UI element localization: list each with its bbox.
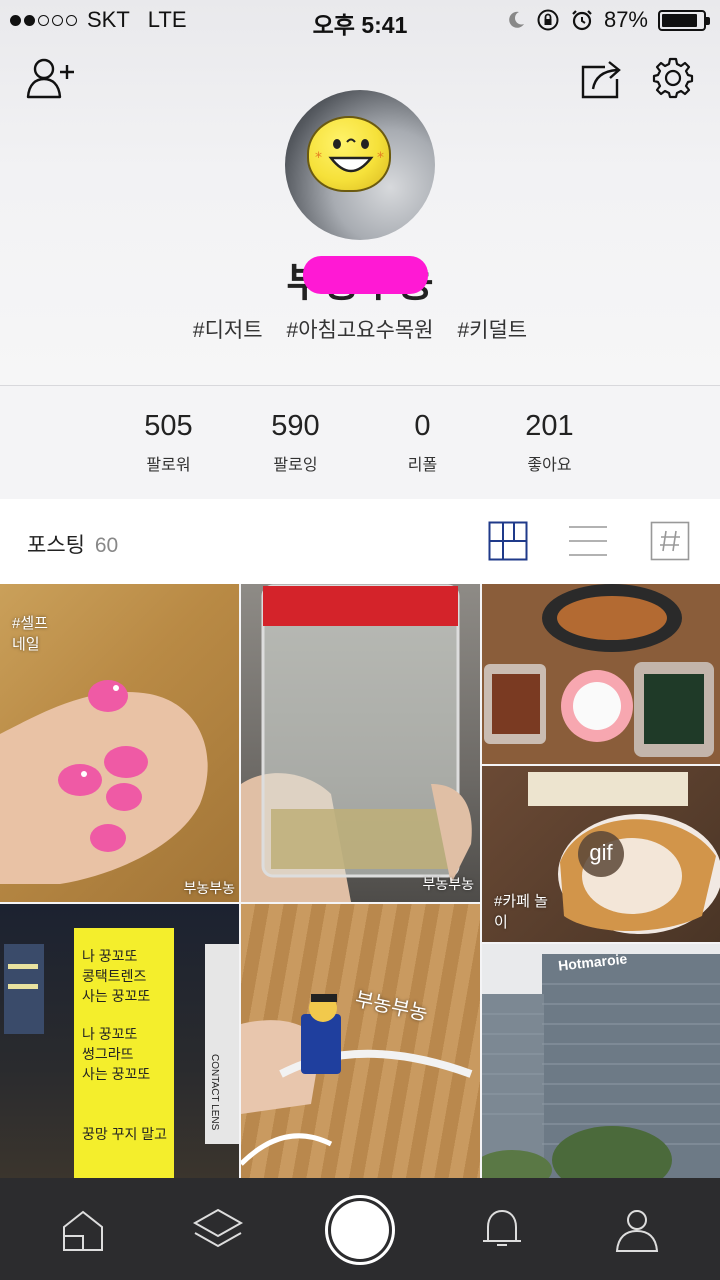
photo-tile[interactable]: 부농부농 #셀프 네일 (0, 584, 239, 902)
stat-repost[interactable]: 0 리폴 (359, 410, 486, 475)
stat-value: 0 (414, 410, 431, 442)
stat-likes[interactable]: 201 좋아요 (486, 410, 613, 475)
hashtag-view-button[interactable] (648, 519, 692, 563)
interest-tags: #디저트 #아침고요수목원 #키덜트 (0, 314, 720, 344)
stat-value: 201 (525, 410, 574, 442)
lego-photo (241, 994, 473, 1166)
gear-icon (652, 57, 694, 99)
poster-line: 나 꿍꼬또 (82, 948, 138, 964)
person-plus-icon (26, 58, 74, 99)
share-icon (581, 61, 621, 99)
photo-tile[interactable]: 나 꿍꼬또 콩택트렌즈 사는 꿍꼬또 나 꿍꼬또 썽그라뜨 사는 꿍꼬또 꿍망 … (0, 904, 239, 1178)
smiley-face-image: * * (307, 116, 391, 192)
posting-title: 포스팅 60 (27, 529, 118, 559)
list-view-button[interactable] (566, 519, 610, 563)
gif-badge: gif (578, 831, 624, 877)
poster-line: 썽그라뜨 (82, 1046, 134, 1062)
battery-percent: 87% (603, 7, 648, 32)
poster-line: 꿍망 꾸지 말고 (82, 1126, 168, 1142)
camera-button[interactable] (325, 1195, 395, 1265)
posting-count: 60 (94, 534, 119, 557)
photo-grid: 부농부농 #셀프 네일 부농부농 gif #카페 놀이 나 꿍꼬또 콩택트렌즈 … (0, 584, 720, 1178)
stat-label: 팔로워 (146, 457, 191, 474)
posting-label: 포스팅 (27, 534, 85, 557)
settings-button[interactable] (650, 56, 696, 100)
food-photo (484, 584, 714, 757)
battery-icon (658, 9, 710, 31)
stat-value: 590 (271, 410, 320, 442)
nav-notifications[interactable] (472, 1200, 532, 1260)
tag-link[interactable]: #디저트 (193, 314, 263, 344)
photo-tile[interactable] (482, 584, 720, 764)
bottom-navigation (0, 1178, 720, 1280)
grid-view-icon (488, 521, 528, 561)
stat-following[interactable]: 590 팔로잉 (232, 410, 359, 475)
avatar[interactable]: * * (285, 90, 435, 240)
stat-label: 리폴 (407, 457, 438, 474)
shutter-icon (331, 1201, 389, 1259)
bell-icon (483, 1209, 521, 1246)
stat-value: 505 (144, 410, 193, 442)
status-bar: SKT LTE 오후 5:41 87% (0, 0, 720, 40)
poster-line: 콩택트렌즈 (82, 968, 147, 984)
glass-photo (241, 584, 472, 902)
watermark: 부농부농 (422, 876, 474, 892)
home-icon (63, 1210, 103, 1251)
alarm-icon (572, 10, 592, 31)
poster-line: 사는 꿍꼬또 (82, 1066, 151, 1082)
photo-tile[interactable]: Hotmaroie (482, 944, 720, 1178)
moon-icon (509, 11, 524, 28)
photo-tile[interactable]: 부농부농 (241, 584, 480, 902)
photo-tile[interactable]: gif #카페 놀이 (482, 766, 720, 942)
yellow-poster: 나 꿍꼬또 콩택트렌즈 사는 꿍꼬또 나 꿍꼬또 썽그라뜨 사는 꿍꼬또 꿍망 … (74, 928, 174, 1178)
rotation-lock-icon (537, 9, 559, 31)
divider (0, 385, 720, 386)
nav-feed[interactable] (188, 1200, 248, 1260)
building-photo (482, 954, 720, 1178)
stat-followers[interactable]: 505 팔로워 (105, 410, 232, 475)
side-sign: CONTACT LENS (209, 1054, 220, 1131)
watermark: 부농부농 (183, 880, 235, 896)
poster-line: 나 꿍꼬또 (82, 1026, 138, 1042)
tag-link[interactable]: #아침고요수목원 (287, 314, 434, 344)
list-view-icon (569, 526, 607, 556)
photo-tile[interactable]: 부농부농 (241, 904, 480, 1178)
profile-stats: 505 팔로워 590 팔로잉 0 리폴 201 좋아요 (105, 410, 613, 475)
posting-bar: 포스팅 60 (0, 499, 720, 584)
stat-label: 좋아요 (527, 457, 572, 474)
svg-text:*: * (377, 150, 384, 166)
add-friend-button[interactable] (24, 56, 80, 100)
profile-icon (615, 1210, 659, 1252)
nav-profile[interactable] (607, 1200, 667, 1260)
svg-text:*: * (315, 150, 322, 166)
grid-view-button[interactable] (486, 519, 530, 563)
sticker-text: #셀프 네일 (12, 615, 48, 653)
poster-line: 사는 꿍꼬또 (82, 988, 151, 1004)
censor-overlay (303, 256, 428, 294)
nav-home[interactable] (53, 1200, 113, 1260)
sticker-text: #카페 놀이 (494, 893, 548, 931)
hashtag-view-icon (650, 521, 690, 561)
layers-icon (192, 1208, 244, 1248)
share-button[interactable] (578, 56, 624, 100)
stat-label: 팔로잉 (273, 457, 318, 474)
tag-link[interactable]: #키덜트 (457, 314, 527, 344)
